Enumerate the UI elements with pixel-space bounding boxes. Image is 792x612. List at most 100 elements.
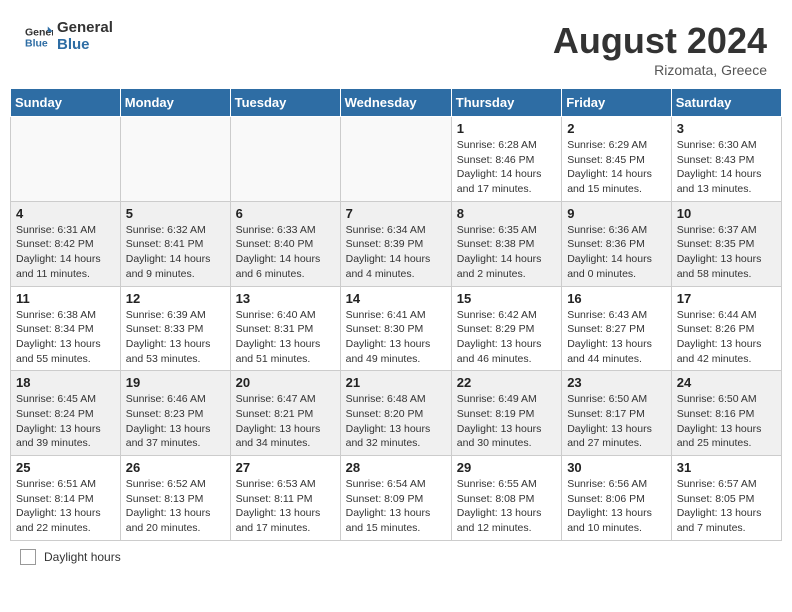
calendar-week-row: 11Sunrise: 6:38 AM Sunset: 8:34 PM Dayli… — [11, 286, 782, 371]
day-info: Sunrise: 6:48 AM Sunset: 8:20 PM Dayligh… — [346, 392, 446, 451]
day-number: 10 — [677, 206, 776, 221]
day-number: 15 — [457, 291, 556, 306]
daylight-label: Daylight hours — [44, 550, 121, 564]
calendar-header-saturday: Saturday — [671, 89, 781, 117]
day-number: 7 — [346, 206, 446, 221]
calendar-header-tuesday: Tuesday — [230, 89, 340, 117]
calendar-cell: 5Sunrise: 6:32 AM Sunset: 8:41 PM Daylig… — [120, 201, 230, 286]
day-info: Sunrise: 6:51 AM Sunset: 8:14 PM Dayligh… — [16, 477, 115, 536]
calendar-header-row: SundayMondayTuesdayWednesdayThursdayFrid… — [11, 89, 782, 117]
calendar-cell: 7 Sunrise: 6:34 AM Sunset: 8:39 PM Daylig… — [340, 201, 451, 286]
calendar-week-row: 4 Sunrise: 6:31 AM Sunset: 8:42 PM Daylig… — [11, 201, 782, 286]
day-number: 19 — [126, 375, 225, 390]
day-info: Sunrise: 6:50 AM Sunset: 8:16 PM Dayligh… — [677, 392, 776, 451]
day-info: Sunrise: 6:53 AM Sunset: 8:11 PM Dayligh… — [236, 477, 335, 536]
day-info: Sunrise: 6:47 AM Sunset: 8:21 PM Dayligh… — [236, 392, 335, 451]
day-info: Sunrise: 6:36 AM Sunset: 8:36 PM Dayligh… — [567, 223, 666, 282]
day-info: Sunrise: 6:40 AM Sunset: 8:31 PM Dayligh… — [236, 308, 335, 367]
day-info: Sunrise: 6:57 AM Sunset: 8:05 PM Dayligh… — [677, 477, 776, 536]
calendar-header-monday: Monday — [120, 89, 230, 117]
day-number: 3 — [677, 121, 776, 136]
calendar-header-friday: Friday — [562, 89, 672, 117]
daylight-swatch — [20, 549, 36, 565]
calendar-cell: 13 Sunrise: 6:40 AM Sunset: 8:31 PM Dayli… — [230, 286, 340, 371]
calendar-cell: 2 Sunrise: 6:29 AM Sunset: 8:45 PM Daylig… — [562, 117, 672, 202]
calendar-cell — [120, 117, 230, 202]
calendar-cell: 1 Sunrise: 6:28 AM Sunset: 8:46 PM Daylig… — [451, 117, 561, 202]
calendar-cell: 22 Sunrise: 6:49 AM Sunset: 8:19 PM Dayli… — [451, 371, 561, 456]
calendar-cell — [11, 117, 121, 202]
calendar-cell: 6 Sunrise: 6:33 AM Sunset: 8:40 PM Daylig… — [230, 201, 340, 286]
day-info: Sunrise: 6:45 AM Sunset: 8:24 PM Dayligh… — [16, 392, 115, 451]
calendar-cell: 24 Sunrise: 6:50 AM Sunset: 8:16 PM Dayli… — [671, 371, 781, 456]
day-info: Sunrise: 6:34 AM Sunset: 8:39 PM Dayligh… — [346, 223, 446, 282]
calendar-week-row: 18 Sunrise: 6:45 AM Sunset: 8:24 PM Dayli… — [11, 371, 782, 456]
footer: Daylight hours — [10, 549, 782, 565]
calendar-cell: 31 Sunrise: 6:57 AM Sunset: 8:05 PM Dayli… — [671, 456, 781, 541]
calendar-cell: 26Sunrise: 6:52 AM Sunset: 8:13 PM Dayli… — [120, 456, 230, 541]
day-info: Sunrise: 6:56 AM Sunset: 8:06 PM Dayligh… — [567, 477, 666, 536]
day-info: Sunrise: 6:38 AM Sunset: 8:34 PM Dayligh… — [16, 308, 115, 367]
svg-text:Blue: Blue — [25, 37, 48, 49]
day-number: 22 — [457, 375, 556, 390]
day-info: Sunrise: 6:42 AM Sunset: 8:29 PM Dayligh… — [457, 308, 556, 367]
day-number: 1 — [457, 121, 556, 136]
calendar-cell: 9 Sunrise: 6:36 AM Sunset: 8:36 PM Daylig… — [562, 201, 672, 286]
day-number: 24 — [677, 375, 776, 390]
location: Rizomata, Greece — [553, 62, 767, 78]
calendar-cell: 11Sunrise: 6:38 AM Sunset: 8:34 PM Dayli… — [11, 286, 121, 371]
day-number: 2 — [567, 121, 666, 136]
day-number: 27 — [236, 460, 335, 475]
day-number: 23 — [567, 375, 666, 390]
title-block: August 2024 Rizomata, Greece — [553, 20, 767, 78]
calendar-cell: 28Sunrise: 6:54 AM Sunset: 8:09 PM Dayli… — [340, 456, 451, 541]
calendar-cell: 30Sunrise: 6:56 AM Sunset: 8:06 PM Dayli… — [562, 456, 672, 541]
day-number: 26 — [126, 460, 225, 475]
day-number: 14 — [346, 291, 446, 306]
calendar-cell: 25 Sunrise: 6:51 AM Sunset: 8:14 PM Dayli… — [11, 456, 121, 541]
day-number: 25 — [16, 460, 115, 475]
calendar-cell: 19 Sunrise: 6:46 AM Sunset: 8:23 PM Dayli… — [120, 371, 230, 456]
calendar-cell — [230, 117, 340, 202]
calendar-cell: 17 Sunrise: 6:44 AM Sunset: 8:26 PM Dayli… — [671, 286, 781, 371]
day-info: Sunrise: 6:29 AM Sunset: 8:45 PM Dayligh… — [567, 138, 666, 197]
day-number: 17 — [677, 291, 776, 306]
calendar-cell: 16Sunrise: 6:43 AM Sunset: 8:27 PM Dayli… — [562, 286, 672, 371]
calendar-cell — [340, 117, 451, 202]
calendar-header-wednesday: Wednesday — [340, 89, 451, 117]
logo-blue-text: Blue — [57, 37, 113, 54]
month-title: August 2024 — [553, 20, 767, 62]
calendar-week-row: 25 Sunrise: 6:51 AM Sunset: 8:14 PM Dayli… — [11, 456, 782, 541]
day-info: Sunrise: 6:32 AM Sunset: 8:41 PM Dayligh… — [126, 223, 225, 282]
day-info: Sunrise: 6:31 AM Sunset: 8:42 PM Dayligh… — [16, 223, 115, 282]
page-header: General Blue General Blue August 2024 Ri… — [10, 10, 782, 83]
calendar-header-thursday: Thursday — [451, 89, 561, 117]
day-info: Sunrise: 6:46 AM Sunset: 8:23 PM Dayligh… — [126, 392, 225, 451]
day-number: 28 — [346, 460, 446, 475]
day-number: 4 — [16, 206, 115, 221]
day-number: 16 — [567, 291, 666, 306]
day-number: 29 — [457, 460, 556, 475]
day-number: 20 — [236, 375, 335, 390]
calendar-cell: 15 Sunrise: 6:42 AM Sunset: 8:29 PM Dayli… — [451, 286, 561, 371]
day-info: Sunrise: 6:28 AM Sunset: 8:46 PM Dayligh… — [457, 138, 556, 197]
day-info: Sunrise: 6:39 AM Sunset: 8:33 PM Dayligh… — [126, 308, 225, 367]
day-number: 9 — [567, 206, 666, 221]
calendar-cell: 29Sunrise: 6:55 AM Sunset: 8:08 PM Dayli… — [451, 456, 561, 541]
day-info: Sunrise: 6:33 AM Sunset: 8:40 PM Dayligh… — [236, 223, 335, 282]
day-info: Sunrise: 6:49 AM Sunset: 8:19 PM Dayligh… — [457, 392, 556, 451]
calendar-cell: 4 Sunrise: 6:31 AM Sunset: 8:42 PM Daylig… — [11, 201, 121, 286]
calendar-cell: 21Sunrise: 6:48 AM Sunset: 8:20 PM Dayli… — [340, 371, 451, 456]
day-info: Sunrise: 6:44 AM Sunset: 8:26 PM Dayligh… — [677, 308, 776, 367]
day-number: 6 — [236, 206, 335, 221]
day-number: 18 — [16, 375, 115, 390]
calendar-cell: 12Sunrise: 6:39 AM Sunset: 8:33 PM Dayli… — [120, 286, 230, 371]
logo: General Blue General Blue — [25, 20, 113, 53]
calendar-week-row: 1 Sunrise: 6:28 AM Sunset: 8:46 PM Daylig… — [11, 117, 782, 202]
calendar-cell: 8Sunrise: 6:35 AM Sunset: 8:38 PM Daylig… — [451, 201, 561, 286]
calendar-cell: 14Sunrise: 6:41 AM Sunset: 8:30 PM Dayli… — [340, 286, 451, 371]
day-number: 31 — [677, 460, 776, 475]
day-number: 13 — [236, 291, 335, 306]
calendar-table: SundayMondayTuesdayWednesdayThursdayFrid… — [10, 88, 782, 541]
day-info: Sunrise: 6:50 AM Sunset: 8:17 PM Dayligh… — [567, 392, 666, 451]
